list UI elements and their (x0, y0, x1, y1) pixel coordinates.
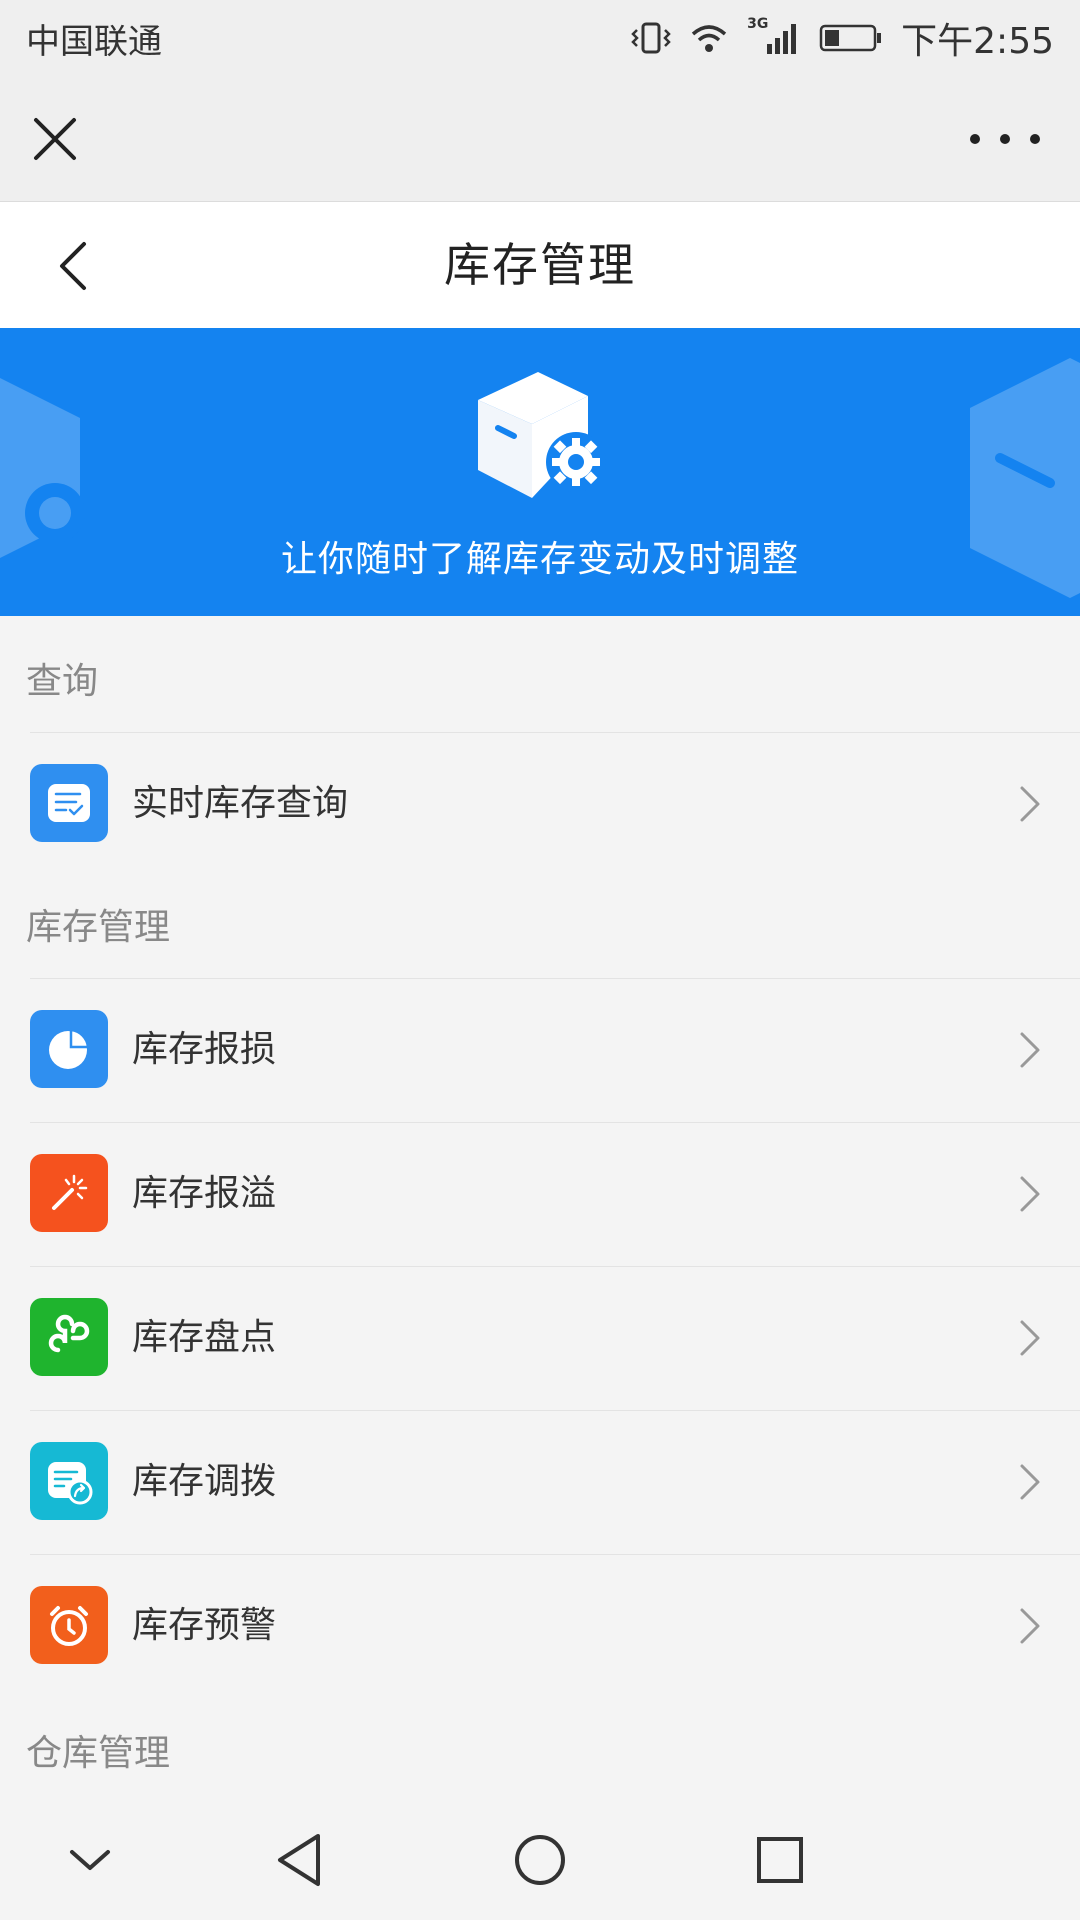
more-icon[interactable] (970, 124, 1040, 154)
box-gear-icon (478, 372, 606, 498)
magic-wand-icon (30, 1154, 108, 1232)
carrier-name: 中国联通 (26, 21, 162, 62)
menu-item-stock-count[interactable]: 库存盘点 (0, 1266, 1080, 1410)
section-header-warehouse-management: 仓库管理 (26, 1733, 171, 1774)
wifi-icon (692, 25, 727, 52)
chevron-right-icon (1020, 1320, 1040, 1356)
menu-item-stock-loss[interactable]: 库存报损 (0, 978, 1080, 1122)
recents-icon[interactable] (750, 1830, 810, 1890)
menu-item-stock-transfer[interactable]: 库存调拨 (0, 1410, 1080, 1554)
link-icon (30, 1298, 108, 1376)
menu-item-label: 库存报损 (132, 1029, 277, 1070)
signal-group: 3G (747, 16, 801, 56)
document-share-icon (30, 1442, 108, 1520)
close-icon[interactable] (28, 112, 82, 166)
section-header-query: 查询 (26, 661, 99, 702)
alarm-clock-icon (30, 1586, 108, 1664)
menu-item-stock-warning[interactable]: 库存预警 (0, 1554, 1080, 1698)
menu-item-label: 实时库存查询 (132, 783, 349, 824)
system-nav-bar (0, 1800, 1080, 1920)
home-icon[interactable] (510, 1830, 570, 1890)
chevron-right-icon (1020, 1608, 1040, 1644)
checklist-icon (30, 764, 108, 842)
vibrate-icon (631, 22, 671, 54)
chevron-right-icon (1020, 1032, 1040, 1068)
menu-item-label: 库存报溢 (132, 1173, 277, 1214)
chevron-right-icon (1020, 786, 1040, 822)
status-icons: 3G 下午2:55 (631, 12, 1054, 64)
menu-item-label: 库存调拨 (132, 1461, 277, 1502)
banner-tagline: 让你随时了解库存变动及时调整 (280, 539, 799, 580)
status-bar: 中国联通 3G 下午2:55 (0, 0, 1080, 76)
collapse-icon[interactable] (60, 1830, 120, 1890)
more-dot (970, 134, 980, 144)
chevron-right-icon (1020, 1464, 1040, 1500)
menu-item-label: 库存盘点 (132, 1317, 277, 1358)
signal-icon (767, 24, 797, 54)
status-time: 下午2:55 (901, 21, 1054, 62)
menu-item-stock-overflow[interactable]: 库存报溢 (0, 1122, 1080, 1266)
pie-chart-icon (30, 1010, 108, 1088)
battery-icon (819, 24, 882, 52)
back-icon[interactable] (270, 1830, 330, 1890)
nav-bar: 库存管理 (0, 202, 1080, 328)
chevron-right-icon (1020, 1176, 1040, 1212)
webview-top-bar (0, 76, 1080, 202)
section-header-stock-management: 库存管理 (26, 907, 171, 948)
menu-item-label: 库存预警 (132, 1605, 277, 1646)
more-dot (1030, 134, 1040, 144)
banner: 让你随时了解库存变动及时调整 (0, 328, 1080, 616)
page-title: 库存管理 (444, 238, 636, 292)
menu-item-realtime-stock-query[interactable]: 实时库存查询 (0, 732, 1080, 876)
more-dot (1000, 134, 1010, 144)
